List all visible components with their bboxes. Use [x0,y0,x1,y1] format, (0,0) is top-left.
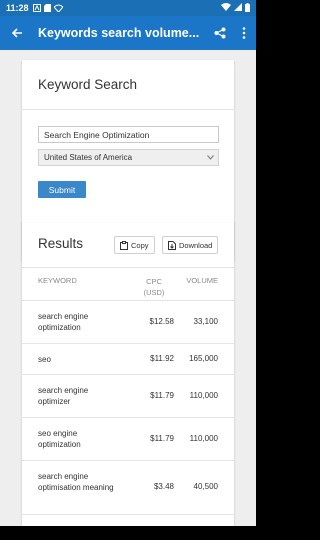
wifi-icon [221,3,231,13]
results-title: Results [38,236,84,251]
wifi-question-icon [53,4,63,12]
cpc-header-line2: (USD) [143,288,165,297]
clipboard-icon [120,240,128,250]
copy-label: Copy [131,240,149,250]
more-vertical-icon [242,27,246,39]
country-select[interactable]: United States of America [38,149,219,166]
results-header: Results Copy Download [22,220,234,268]
status-time: 11:28 [6,3,29,13]
chevron-down-icon [207,155,214,160]
battery-icon [245,2,250,14]
row-volume: 165,000 [189,354,218,363]
row-volume: 110,000 [189,391,218,400]
results-table-header: KEYWORD CPC (USD) VOLUME [22,268,234,301]
row-keyword: search engine optimization [38,312,89,332]
status-bar: 11:28 [0,0,256,16]
table-row[interactable]: search engine optimization $12.58 33,100 [22,301,234,344]
row-keyword: seo engine optimization [38,429,81,449]
keyword-input[interactable]: Search Engine Optimization [38,126,219,143]
row-cpc: $12.58 [149,317,174,326]
sd-card-icon [43,4,51,12]
row-cpc: $11.92 [150,354,174,363]
row-volume: 110,000 [189,434,218,443]
app-bar: Keywords search volume... [0,16,256,50]
notification-a-icon [32,4,41,12]
share-button[interactable] [208,16,232,50]
row-cpc: $11.79 [150,391,174,400]
row-cpc: $3.48 [153,482,174,491]
results-card: Results Copy Download KEYWORD CPC (USD) … [22,220,234,526]
keyword-column-header[interactable]: KEYWORD [38,276,77,285]
download-file-icon [168,240,176,250]
table-row[interactable]: search engine optimizer $11.79 110,000 [22,375,234,418]
back-button[interactable] [0,16,34,50]
country-select-value: United States of America [44,153,133,162]
content-area[interactable]: Keyword Search Search Engine Optimizatio… [0,50,256,526]
share-icon [214,27,226,39]
row-keyword: search engine optimizer [38,386,89,406]
cpc-column-header[interactable]: CPC (USD) [134,276,174,298]
table-row[interactable]: seo engine optimization $11.79 110,000 [22,418,234,461]
table-row[interactable]: seo $11.92 165,000 [22,344,234,375]
row-keyword: search engine optimisation meaning [38,472,114,492]
row-keyword: seo [38,355,51,364]
copy-button[interactable]: Copy [114,236,155,254]
row-volume: 33,100 [193,317,218,326]
overflow-menu-button[interactable] [232,16,256,50]
volume-column-header[interactable]: VOLUME [182,276,218,285]
table-row[interactable]: search engine optimisation meaning $3.48… [22,461,234,515]
keyword-search-title: Keyword Search [22,60,234,110]
cell-signal-icon [234,3,242,13]
row-cpc: $11.79 [150,434,174,443]
cpc-header-line1: CPC [146,277,162,286]
row-volume: 40,500 [193,482,218,491]
system-nav-bar [0,526,256,540]
page-title: Keywords search volume... [38,26,200,40]
download-label: Download [179,240,213,250]
download-button[interactable]: Download [162,236,219,254]
arrow-left-icon [11,28,22,38]
submit-button[interactable]: Submit [38,181,86,198]
